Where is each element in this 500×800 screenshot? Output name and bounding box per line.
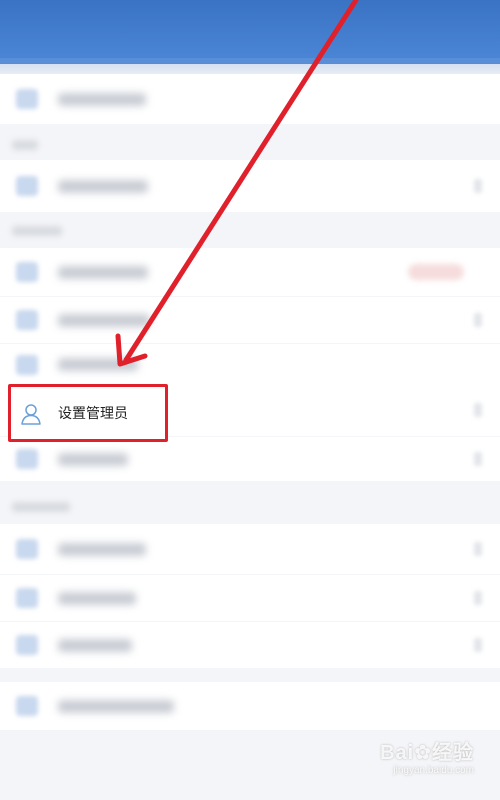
watermark-suffix: 经验 (432, 742, 474, 764)
watermark-brand: Bai (380, 742, 415, 764)
baidu-jingyan-watermark: Bai✿经验 jingyan.baidu.com (380, 736, 474, 776)
paw-icon: ✿ (414, 742, 432, 764)
annotation-arrow (115, 0, 359, 367)
watermark-url: jingyan.baidu.com (393, 765, 474, 776)
